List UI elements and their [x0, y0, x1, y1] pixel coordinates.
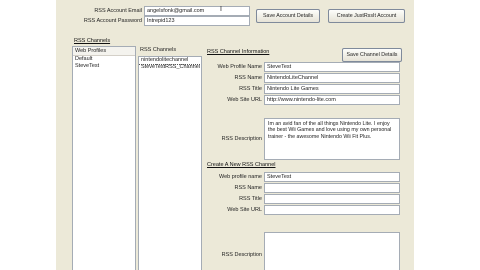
channel-item-nintendolitechannel[interactable]: nintendolitechannel — [139, 57, 201, 65]
new-rss-description-textarea[interactable] — [264, 232, 400, 270]
rss-name-field[interactable]: NintendoLiteChannel — [264, 73, 400, 83]
text-cursor-icon: I — [220, 6, 222, 13]
new-web-profile-name-field[interactable]: SteveTest — [264, 172, 400, 182]
password-field[interactable]: Intrepid123 — [144, 16, 250, 26]
new-rss-title-label: RSS Title — [239, 196, 262, 202]
new-channel-title: Create A New RSS Channel — [207, 162, 276, 168]
rss-title-label: RSS Title — [239, 86, 262, 92]
profile-item-default[interactable]: Default — [73, 56, 135, 63]
rss-title-field[interactable]: Nintendo Lite Games — [264, 84, 400, 94]
web-site-url-field[interactable]: http://www.nintendo-lite.com — [264, 95, 400, 105]
email-label: RSS Account Email — [94, 8, 142, 14]
rss-description-textarea[interactable]: Im an avid fan of the all things Nintend… — [264, 118, 400, 160]
new-web-site-url-field[interactable] — [264, 205, 400, 215]
web-profiles-list: Web Profiles Default SteveTest — [72, 46, 136, 270]
rss-channels-title: RSS Channels — [74, 38, 111, 44]
email-field[interactable]: angelsfonk@gmail.com — [144, 6, 250, 16]
profile-item-stevetest[interactable]: SteveTest — [73, 63, 135, 70]
rss-name-label: RSS Name — [234, 75, 262, 81]
save-channel-button[interactable]: Save Channel Details — [342, 48, 402, 62]
channel-info-title: RSS Channel Information — [207, 49, 270, 55]
rss-description-label: RSS Description — [221, 136, 262, 142]
web-site-url-label: Web Site URL — [227, 97, 262, 103]
new-web-profile-name-label: Web profile name — [218, 174, 262, 180]
web-profile-name-field[interactable]: SteveTest — [264, 62, 400, 72]
save-account-button[interactable]: Save Account Details — [256, 9, 320, 23]
web-profiles-header: Web Profiles — [73, 47, 135, 56]
new-rss-name-field[interactable] — [264, 183, 400, 193]
new-web-site-url-label: Web Site URL — [227, 207, 262, 213]
new-rss-description-label: RSS Description — [221, 252, 262, 258]
rss-channels-column-label: RSS Channels — [140, 47, 177, 53]
web-profile-name-label: Web Profile Name — [217, 64, 262, 70]
new-rss-name-label: RSS Name — [234, 185, 262, 191]
rss-channels-list: nintendolitechannel SteveTestRSS_Channel — [138, 56, 202, 270]
new-rss-title-field[interactable] — [264, 194, 400, 204]
create-account-button[interactable]: Create JustRssIt Account — [328, 9, 405, 23]
app-window: RSS Account Email angelsfonk@gmail.com I… — [56, 0, 414, 270]
password-label: RSS Account Password — [83, 18, 142, 24]
channel-item-stevetest[interactable]: SteveTestRSS_Channel — [139, 64, 201, 71]
